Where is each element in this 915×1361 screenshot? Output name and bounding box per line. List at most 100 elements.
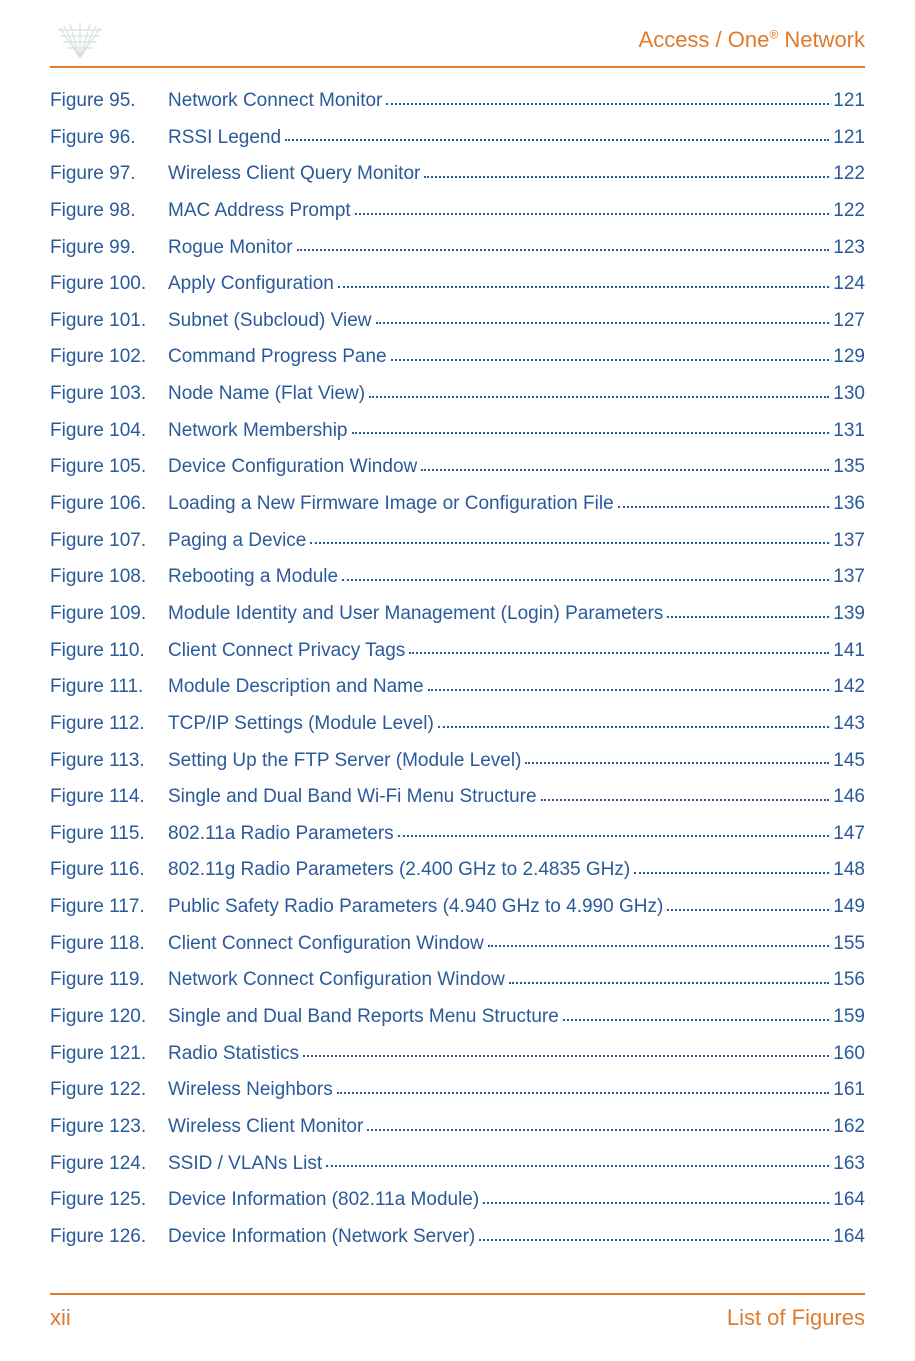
figure-desc-wrap: Single and Dual Band Reports Menu Struct… [168,1004,865,1030]
figure-page: 142 [833,674,865,700]
figure-desc-wrap: Device Configuration Window135 [168,454,865,480]
dot-leader [667,909,829,911]
figure-description: Subnet (Subcloud) View [168,308,372,334]
figure-list: Figure 95.Network Connect Monitor121 Figu… [50,88,865,1293]
figure-label: Figure 105. [50,454,168,480]
dot-leader [438,726,830,728]
figure-label: Figure 115. [50,821,168,847]
dot-leader [428,689,830,691]
figure-label: Figure 99. [50,235,168,261]
figure-description: 802.11g Radio Parameters (2.400 GHz to 2… [168,857,630,883]
brand-logo [50,20,110,60]
figure-entry[interactable]: Figure 120.Single and Dual Band Reports … [50,1004,865,1030]
figure-entry[interactable]: Figure 100.Apply Configuration124 [50,271,865,297]
dot-leader [285,139,829,141]
dot-leader [563,1019,830,1021]
figure-desc-wrap: Rogue Monitor123 [168,235,865,261]
figure-desc-wrap: Network Membership131 [168,418,865,444]
figure-desc-wrap: Device Information (802.11a Module)164 [168,1187,865,1213]
dot-leader [355,213,830,215]
figure-entry[interactable]: Figure 114.Single and Dual Band Wi-Fi Me… [50,784,865,810]
figure-entry[interactable]: Figure 119.Network Connect Configuration… [50,967,865,993]
figure-page: 145 [833,748,865,774]
figure-label: Figure 120. [50,1004,168,1030]
title-suffix: Network [778,27,865,52]
figure-label: Figure 123. [50,1114,168,1140]
figure-desc-wrap: Network Connect Configuration Window156 [168,967,865,993]
figure-description: Apply Configuration [168,271,334,297]
figure-desc-wrap: 802.11g Radio Parameters (2.400 GHz to 2… [168,857,865,883]
dot-leader [618,506,830,508]
figure-entry[interactable]: Figure 98.MAC Address Prompt122 [50,198,865,224]
figure-entry[interactable]: Figure 122.Wireless Neighbors161 [50,1077,865,1103]
figure-entry[interactable]: Figure 116.802.11g Radio Parameters (2.4… [50,857,865,883]
figure-desc-wrap: TCP/IP Settings (Module Level) 143 [168,711,865,737]
figure-page: 121 [833,125,865,151]
figure-description: Network Connect Configuration Window [168,967,505,993]
dot-leader [326,1165,829,1167]
figure-entry[interactable]: Figure 103.Node Name (Flat View)130 [50,381,865,407]
figure-label: Figure 103. [50,381,168,407]
dot-leader [667,616,829,618]
figure-entry[interactable]: Figure 101.Subnet (Subcloud) View127 [50,308,865,334]
figure-entry[interactable]: Figure 121.Radio Statistics160 [50,1041,865,1067]
figure-desc-wrap: MAC Address Prompt122 [168,198,865,224]
dot-leader [352,432,830,434]
figure-entry[interactable]: Figure 107.Paging a Device137 [50,528,865,554]
figure-page: 129 [833,344,865,370]
figure-page: 143 [833,711,865,737]
figure-desc-wrap: Wireless Neighbors161 [168,1077,865,1103]
figure-entry[interactable]: Figure 117.Public Safety Radio Parameter… [50,894,865,920]
figure-page: 124 [833,271,865,297]
figure-label: Figure 126. [50,1224,168,1250]
page-container: Access / One® Network Figure 95.Network … [0,0,915,1361]
figure-label: Figure 119. [50,967,168,993]
figure-description: Single and Dual Band Wi-Fi Menu Structur… [168,784,537,810]
page-number: xii [50,1305,71,1331]
figure-entry[interactable]: Figure 112.TCP/IP Settings (Module Level… [50,711,865,737]
figure-label: Figure 104. [50,418,168,444]
figure-description: Module Identity and User Management (Log… [168,601,663,627]
dot-leader [409,652,829,654]
figure-desc-wrap: Node Name (Flat View)130 [168,381,865,407]
dot-leader [337,1092,830,1094]
figure-page: 160 [833,1041,865,1067]
figure-description: Rogue Monitor [168,235,293,261]
figure-description: RSSI Legend [168,125,281,151]
figure-entry[interactable]: Figure 125.Device Information (802.11a M… [50,1187,865,1213]
figure-entry[interactable]: Figure 95.Network Connect Monitor121 [50,88,865,114]
figure-entry[interactable]: Figure 99.Rogue Monitor123 [50,235,865,261]
figure-description: TCP/IP Settings (Module Level) [168,711,434,737]
figure-entry[interactable]: Figure 110.Client Connect Privacy Tags14… [50,638,865,664]
figure-entry[interactable]: Figure 104.Network Membership131 [50,418,865,444]
dot-leader [391,359,830,361]
figure-entry[interactable]: Figure 106.Loading a New Firmware Image … [50,491,865,517]
figure-entry[interactable]: Figure 123.Wireless Client Monitor162 [50,1114,865,1140]
figure-desc-wrap: Module Description and Name142 [168,674,865,700]
figure-entry[interactable]: Figure 124.SSID / VLANs List163 [50,1151,865,1177]
figure-entry[interactable]: Figure 102.Command Progress Pane129 [50,344,865,370]
figure-entry[interactable]: Figure 108.Rebooting a Module137 [50,564,865,590]
figure-label: Figure 101. [50,308,168,334]
figure-label: Figure 122. [50,1077,168,1103]
figure-page: 159 [833,1004,865,1030]
figure-desc-wrap: Paging a Device137 [168,528,865,554]
figure-entry[interactable]: Figure 105.Device Configuration Window13… [50,454,865,480]
figure-page: 130 [833,381,865,407]
figure-entry[interactable]: Figure 97.Wireless Client Query Monitor1… [50,161,865,187]
figure-entry[interactable]: Figure 113.Setting Up the FTP Server (Mo… [50,748,865,774]
figure-desc-wrap: Device Information (Network Server)164 [168,1224,865,1250]
figure-entry[interactable]: Figure 109.Module Identity and User Mana… [50,601,865,627]
figure-entry[interactable]: Figure 126.Device Information (Network S… [50,1224,865,1250]
figure-entry[interactable]: Figure 96.RSSI Legend121 [50,125,865,151]
figure-page: 155 [833,931,865,957]
figure-desc-wrap: Public Safety Radio Parameters (4.940 GH… [168,894,865,920]
document-title: Access / One® Network [639,27,865,53]
figure-entry[interactable]: Figure 118.Client Connect Configuration … [50,931,865,957]
figure-page: 149 [833,894,865,920]
figure-page: 146 [833,784,865,810]
figure-entry[interactable]: Figure 115.802.11a Radio Parameters147 [50,821,865,847]
figure-desc-wrap: Network Connect Monitor121 [168,88,865,114]
page-header: Access / One® Network [50,20,865,68]
figure-entry[interactable]: Figure 111.Module Description and Name14… [50,674,865,700]
